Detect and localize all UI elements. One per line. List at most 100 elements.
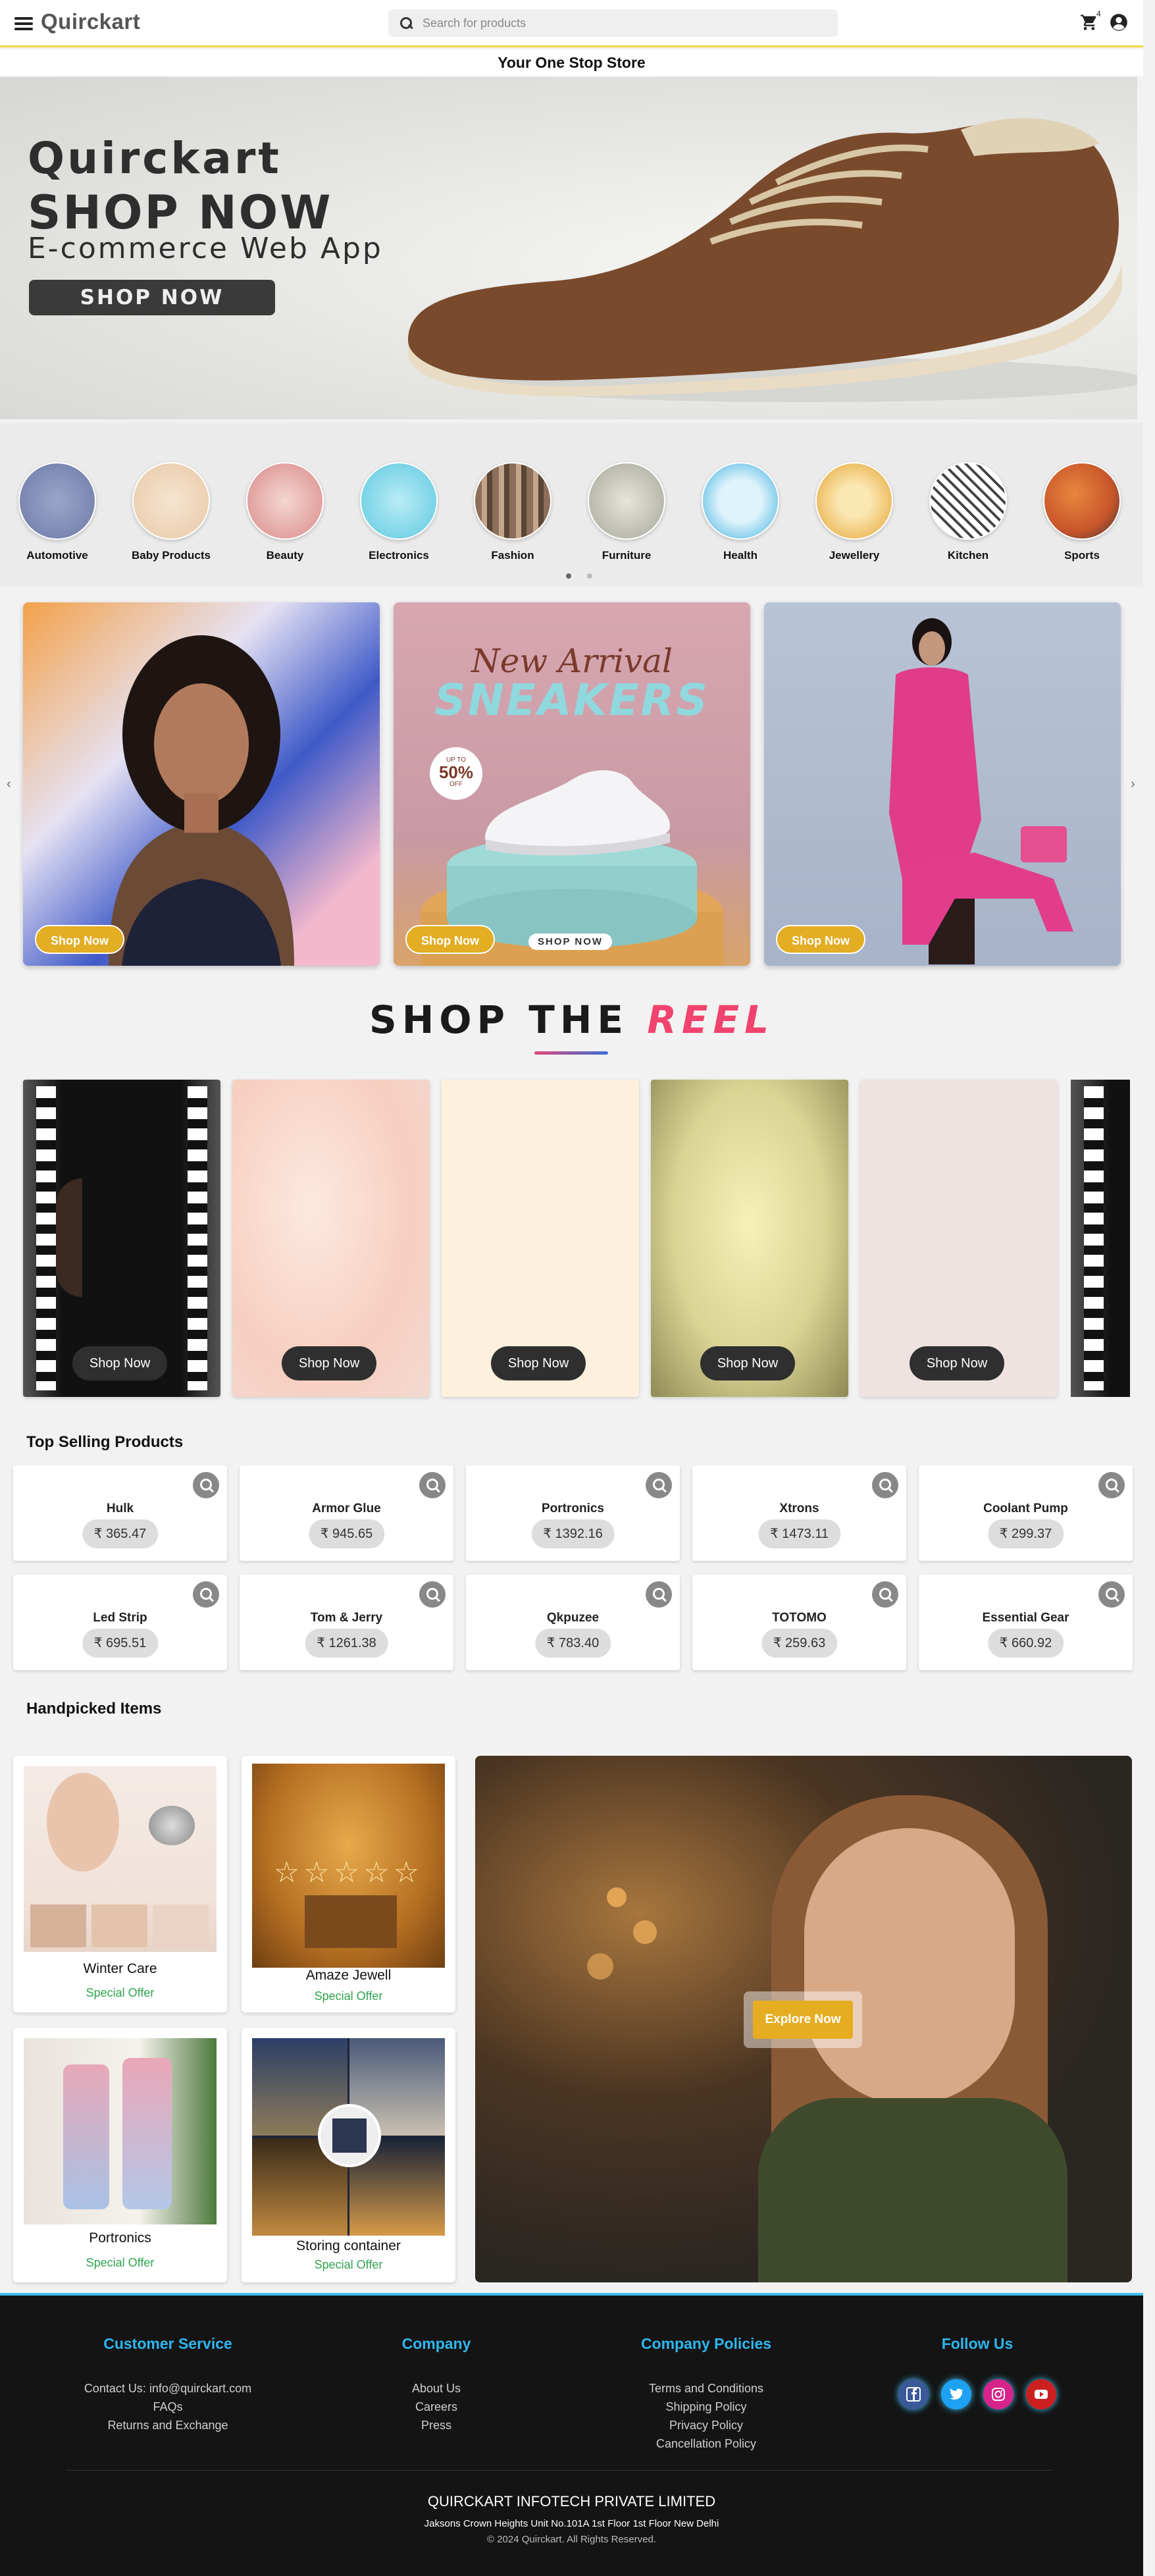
zoom-icon[interactable] bbox=[872, 1472, 898, 1498]
handpicked-card-amaze-jewell[interactable]: ☆☆☆☆☆ Amaze Jewell Special Offer bbox=[242, 1756, 455, 2012]
reel-shop-now-button[interactable]: Shop Now bbox=[72, 1346, 167, 1380]
handpicked-offer: Special Offer bbox=[86, 1986, 155, 1999]
zoom-icon[interactable] bbox=[419, 1581, 446, 1608]
category-label: Baby Products bbox=[132, 549, 211, 562]
zoom-icon[interactable] bbox=[872, 1581, 898, 1608]
promo-card-fashion-woman[interactable]: Shop Now bbox=[23, 602, 380, 966]
footer-link-contact[interactable]: Contact Us: info@quirckart.com bbox=[66, 2379, 270, 2398]
category-automotive[interactable]: Automotive bbox=[8, 462, 107, 562]
winter-care-image bbox=[24, 1766, 217, 1952]
category-image bbox=[132, 462, 210, 540]
zoom-icon[interactable] bbox=[193, 1472, 219, 1498]
handpicked-offer: Special Offer bbox=[86, 2256, 155, 2269]
prev-arrow-icon[interactable]: ‹ bbox=[7, 777, 11, 792]
promo-cta-label[interactable]: SHOP NOW bbox=[528, 933, 613, 950]
product-price: ₹ 1392.16 bbox=[531, 1519, 615, 1548]
product-card[interactable]: Led Strip ₹ 695.51 bbox=[13, 1575, 227, 1670]
zoom-icon[interactable] bbox=[193, 1581, 219, 1608]
category-label: Jewellery bbox=[829, 549, 880, 562]
promo-shop-now-button[interactable]: Shop Now bbox=[35, 925, 124, 954]
category-jewellery[interactable]: Jewellery bbox=[805, 462, 904, 562]
footer-link-careers[interactable]: Careers bbox=[371, 2398, 502, 2416]
category-baby-products[interactable]: Baby Products bbox=[122, 462, 220, 562]
footer-link-faqs[interactable]: FAQs bbox=[66, 2398, 270, 2416]
product-card[interactable]: Armor Glue ₹ 945.65 bbox=[240, 1465, 453, 1561]
product-card[interactable]: TOTOMO ₹ 259.63 bbox=[692, 1575, 906, 1670]
woman-pink-suit-image bbox=[889, 618, 1073, 964]
category-label: Electronics bbox=[369, 549, 429, 562]
reel-shop-now-button[interactable]: Shop Now bbox=[491, 1346, 586, 1380]
zoom-icon[interactable] bbox=[646, 1581, 672, 1608]
footer-company: Company About Us Careers Press bbox=[371, 2335, 502, 2434]
twitter-icon[interactable] bbox=[940, 2379, 971, 2409]
carousel-dot[interactable] bbox=[587, 573, 592, 579]
promo-shop-now-button[interactable]: Shop Now bbox=[405, 925, 495, 954]
reel-card[interactable]: Shop Now bbox=[651, 1080, 848, 1397]
reel-card-partial[interactable] bbox=[1071, 1080, 1130, 1397]
next-arrow-icon[interactable]: › bbox=[1131, 777, 1135, 792]
carousel-dot[interactable] bbox=[566, 573, 571, 579]
product-card[interactable]: Coolant Pump ₹ 299.37 bbox=[919, 1465, 1133, 1561]
site-logo[interactable]: Quirckart bbox=[41, 9, 140, 34]
product-card[interactable]: Portronics ₹ 1392.16 bbox=[466, 1465, 680, 1561]
promo-card-sneakers[interactable]: New Arrival SNEAKERS UP TO 50% OFF Shop … bbox=[394, 602, 750, 966]
footer-policies: Company Policies Terms and Conditions Sh… bbox=[615, 2335, 797, 2453]
product-name: Armor Glue bbox=[312, 1502, 381, 1515]
category-sports[interactable]: Sports bbox=[1033, 462, 1131, 562]
category-image bbox=[246, 462, 324, 540]
reel-shop-now-button[interactable]: Shop Now bbox=[700, 1346, 795, 1380]
product-name: Xtrons bbox=[779, 1502, 819, 1515]
category-electronics[interactable]: Electronics bbox=[349, 462, 448, 562]
explore-now-button[interactable]: Explore Now bbox=[753, 2001, 853, 2039]
zoom-icon[interactable] bbox=[1098, 1581, 1125, 1608]
product-price: ₹ 660.92 bbox=[987, 1629, 1064, 1658]
product-name: Hulk bbox=[106, 1502, 134, 1515]
hero-shop-now-button[interactable]: SHOP NOW bbox=[29, 280, 275, 315]
product-name: Essential Gear bbox=[982, 1611, 1069, 1625]
instagram-icon[interactable] bbox=[983, 2379, 1014, 2409]
reel-card[interactable]: Shop Now bbox=[442, 1080, 639, 1397]
zoom-icon[interactable] bbox=[1098, 1472, 1125, 1498]
product-card[interactable]: Hulk ₹ 365.47 bbox=[13, 1465, 227, 1561]
promo-card-pink-suit[interactable]: Shop Now bbox=[764, 602, 1121, 966]
footer-link-shipping[interactable]: Shipping Policy bbox=[615, 2398, 797, 2416]
product-card[interactable]: Xtrons ₹ 1473.11 bbox=[692, 1465, 906, 1561]
category-beauty[interactable]: Beauty bbox=[236, 462, 334, 562]
category-label: Health bbox=[723, 549, 757, 562]
account-icon[interactable] bbox=[1110, 13, 1128, 32]
footer-link-about[interactable]: About Us bbox=[371, 2379, 502, 2398]
product-card[interactable]: Tom & Jerry ₹ 1261.38 bbox=[240, 1575, 453, 1670]
handpicked-card-portronics[interactable]: Portronics Special Offer bbox=[13, 2028, 227, 2282]
reel-shop-now-button[interactable]: Shop Now bbox=[282, 1346, 376, 1380]
footer-link-press[interactable]: Press bbox=[371, 2416, 502, 2434]
category-health[interactable]: Health bbox=[691, 462, 790, 562]
category-image bbox=[929, 462, 1007, 540]
category-fashion[interactable]: Fashion bbox=[463, 462, 562, 562]
zoom-icon[interactable] bbox=[646, 1472, 672, 1498]
reel-shop-now-button[interactable]: Shop Now bbox=[910, 1346, 1004, 1380]
reel-card[interactable]: Shop Now bbox=[232, 1080, 430, 1397]
search-icon[interactable] bbox=[399, 16, 413, 30]
zoom-icon[interactable] bbox=[419, 1472, 446, 1498]
product-card[interactable]: Essential Gear ₹ 660.92 bbox=[919, 1575, 1133, 1670]
reel-card[interactable]: Shop Now bbox=[23, 1080, 220, 1397]
product-card[interactable]: Qkpuzee ₹ 783.40 bbox=[466, 1575, 680, 1670]
handpicked-card-winter-care[interactable]: Winter Care Special Offer bbox=[13, 1756, 227, 2012]
footer-link-cancellation[interactable]: Cancellation Policy bbox=[615, 2434, 797, 2453]
reel-card[interactable]: Shop Now bbox=[860, 1080, 1058, 1397]
youtube-icon[interactable] bbox=[1025, 2379, 1056, 2409]
handpicked-card-storing-container[interactable]: Storing container Special Offer bbox=[242, 2028, 455, 2282]
search-bar[interactable] bbox=[388, 9, 838, 37]
promo-shop-now-button[interactable]: Shop Now bbox=[776, 925, 865, 954]
category-furniture[interactable]: Furniture bbox=[577, 462, 676, 562]
facebook-icon[interactable] bbox=[898, 2379, 929, 2409]
explore-banner[interactable]: Explore Now bbox=[475, 1756, 1132, 2282]
category-kitchen[interactable]: Kitchen bbox=[919, 462, 1017, 562]
menu-icon[interactable] bbox=[14, 14, 33, 32]
footer-link-terms[interactable]: Terms and Conditions bbox=[615, 2379, 797, 2398]
search-input[interactable] bbox=[423, 16, 817, 30]
hero-banner[interactable]: Quirckart SHOP NOW E-commerce Web App SH… bbox=[0, 77, 1137, 419]
amaze-jewell-image: ☆☆☆☆☆ bbox=[252, 1764, 445, 1968]
footer-link-privacy[interactable]: Privacy Policy bbox=[615, 2416, 797, 2434]
footer-link-returns[interactable]: Returns and Exchange bbox=[66, 2416, 270, 2434]
